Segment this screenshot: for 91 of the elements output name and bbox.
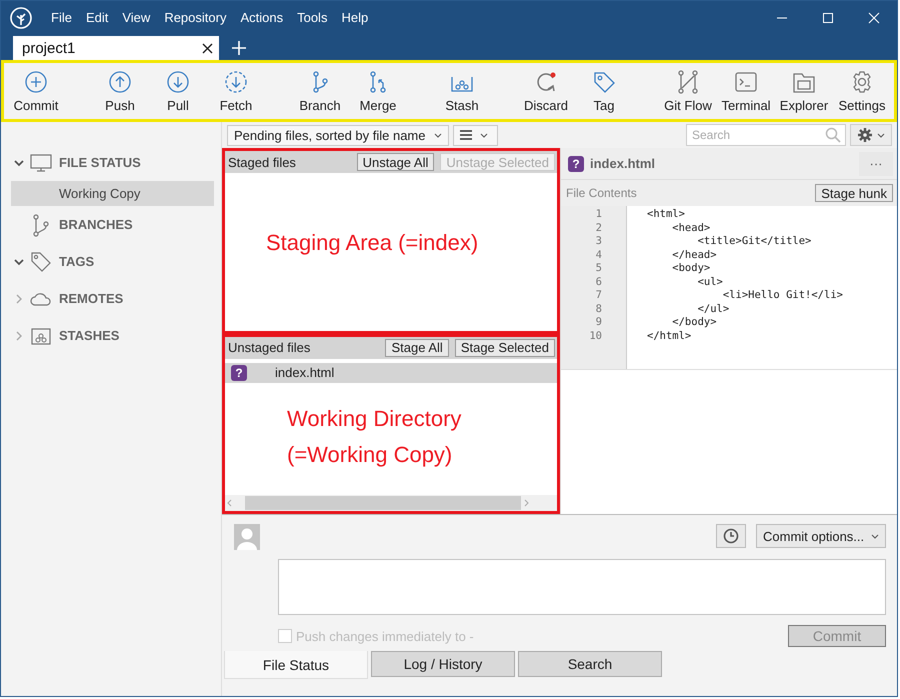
history-button[interactable] [716, 524, 746, 548]
code-line: </body> [671, 316, 718, 330]
section-label: File Contents [566, 186, 637, 200]
view-tab[interactable]: Log / History [371, 651, 515, 677]
line-number: 6 [594, 276, 602, 289]
file-name: index.html [590, 156, 656, 171]
search-field[interactable]: Search [686, 124, 846, 146]
commit-message-field[interactable] [278, 559, 886, 615]
pane-title: Unstaged files [228, 340, 310, 355]
pane-button[interactable]: Stage Selected [454, 338, 555, 356]
toolbar-button[interactable]: Discard [517, 63, 575, 119]
annotation-text: Working Directory [287, 404, 462, 433]
plus-circle-icon [23, 69, 49, 95]
annotation-text: (=Working Copy) [287, 440, 454, 469]
code-line: </head> [671, 248, 718, 262]
code-line: <body> [671, 262, 712, 276]
caret-icon [871, 534, 879, 538]
toolbar-button[interactable]: Git Flow [659, 63, 717, 119]
view-tab[interactable]: Search [518, 651, 662, 677]
sidebar-section[interactable]: STASHES [1, 317, 221, 354]
line-number: 8 [594, 302, 602, 316]
code-line: <title>Git</title> [696, 235, 812, 248]
toolbar-button[interactable]: Stash [433, 63, 491, 119]
pane-title: Staged files [228, 154, 296, 170]
list-icon [460, 130, 472, 140]
line-number: 3 [594, 235, 602, 248]
settings-icon [857, 127, 873, 143]
maximize-icon[interactable] [822, 12, 834, 24]
sidebar-section[interactable]: FILE STATUS [1, 144, 221, 181]
file-row[interactable]: ? index.html [225, 362, 557, 382]
toolbar-button[interactable]: Explorer [775, 63, 833, 119]
code-line: </html> [647, 330, 692, 343]
code-line: <head> [671, 222, 712, 235]
search-icon [825, 127, 841, 143]
menu-item[interactable]: View [115, 10, 158, 25]
menu-item[interactable]: Help [334, 10, 376, 25]
sidebar-section[interactable]: TAGS [1, 243, 221, 280]
view-tab[interactable]: File Status [224, 651, 368, 679]
sidebar-item[interactable]: Working Copy [11, 181, 214, 206]
toolbar-button[interactable]: Commit [7, 63, 65, 119]
toolbar-button[interactable]: Terminal [717, 63, 775, 119]
close-icon[interactable] [868, 12, 880, 24]
up-arrow-circle-icon [107, 69, 133, 95]
status-badge: ? [231, 364, 247, 380]
menu-item[interactable]: Repository [157, 10, 234, 25]
clock-icon [723, 528, 739, 544]
tree-logo-icon [10, 6, 32, 28]
sort-dropdown[interactable]: Pending files, sorted by file name [227, 124, 448, 146]
toolbar-button[interactable]: Pull [149, 63, 207, 119]
scrollbar-thumb[interactable] [245, 496, 521, 510]
close-icon [202, 42, 213, 54]
add-tab-icon[interactable] [231, 40, 247, 56]
toolbar-button[interactable]: Fetch [207, 63, 265, 119]
toolbar-button[interactable]: Push [91, 63, 149, 119]
line-number: 10 [588, 330, 602, 343]
pane-button[interactable]: Unstage All [356, 153, 434, 171]
stage-hunk-button[interactable]: Stage hunk [815, 184, 893, 202]
line-number: 9 [594, 316, 602, 330]
more-button[interactable]: ··· [859, 152, 893, 176]
toolbar-button[interactable]: Branch [291, 63, 349, 119]
view-mode-button[interactable] [452, 124, 498, 146]
line-number: 4 [594, 248, 602, 262]
line-number: 7 [594, 289, 602, 302]
document-tab[interactable]: project1 [13, 36, 219, 60]
annotation-text: Staging Area (=index) [266, 229, 480, 257]
sidebar-section[interactable]: REMOTES [1, 280, 221, 317]
line-number: 2 [594, 222, 602, 235]
tag-icon [29, 250, 53, 274]
toolbar-button[interactable]: Settings [833, 63, 891, 119]
sidebar-section[interactable]: BRANCHES [1, 206, 221, 243]
down-arrow-circle-icon [165, 69, 191, 95]
settings-button[interactable] [850, 124, 892, 146]
code-line: <ul> [696, 276, 724, 289]
toolbar-button[interactable]: Tag [575, 63, 633, 119]
menu-item[interactable]: Actions [233, 10, 290, 25]
line-number: 1 [594, 208, 602, 222]
pane-button[interactable]: Stage All [385, 338, 449, 356]
caret-icon [877, 132, 885, 138]
menu-item[interactable]: Edit [78, 10, 116, 25]
toolbar-button[interactable]: Merge [349, 63, 407, 119]
code-line: </ul> [696, 302, 730, 316]
caret-icon [480, 132, 488, 138]
checkbox-label: Push changes immediately to - [296, 628, 474, 644]
menu-item[interactable]: Tools [290, 10, 334, 25]
caret-icon [434, 132, 442, 138]
line-number: 5 [594, 262, 602, 276]
menu-item[interactable]: File [44, 10, 79, 25]
status-badge: ? [568, 156, 584, 172]
code-line: <li>Hello Git!</li> [722, 289, 843, 302]
code-line: <html> [647, 208, 686, 222]
commit-options-dropdown[interactable]: Commit options... [756, 524, 886, 548]
